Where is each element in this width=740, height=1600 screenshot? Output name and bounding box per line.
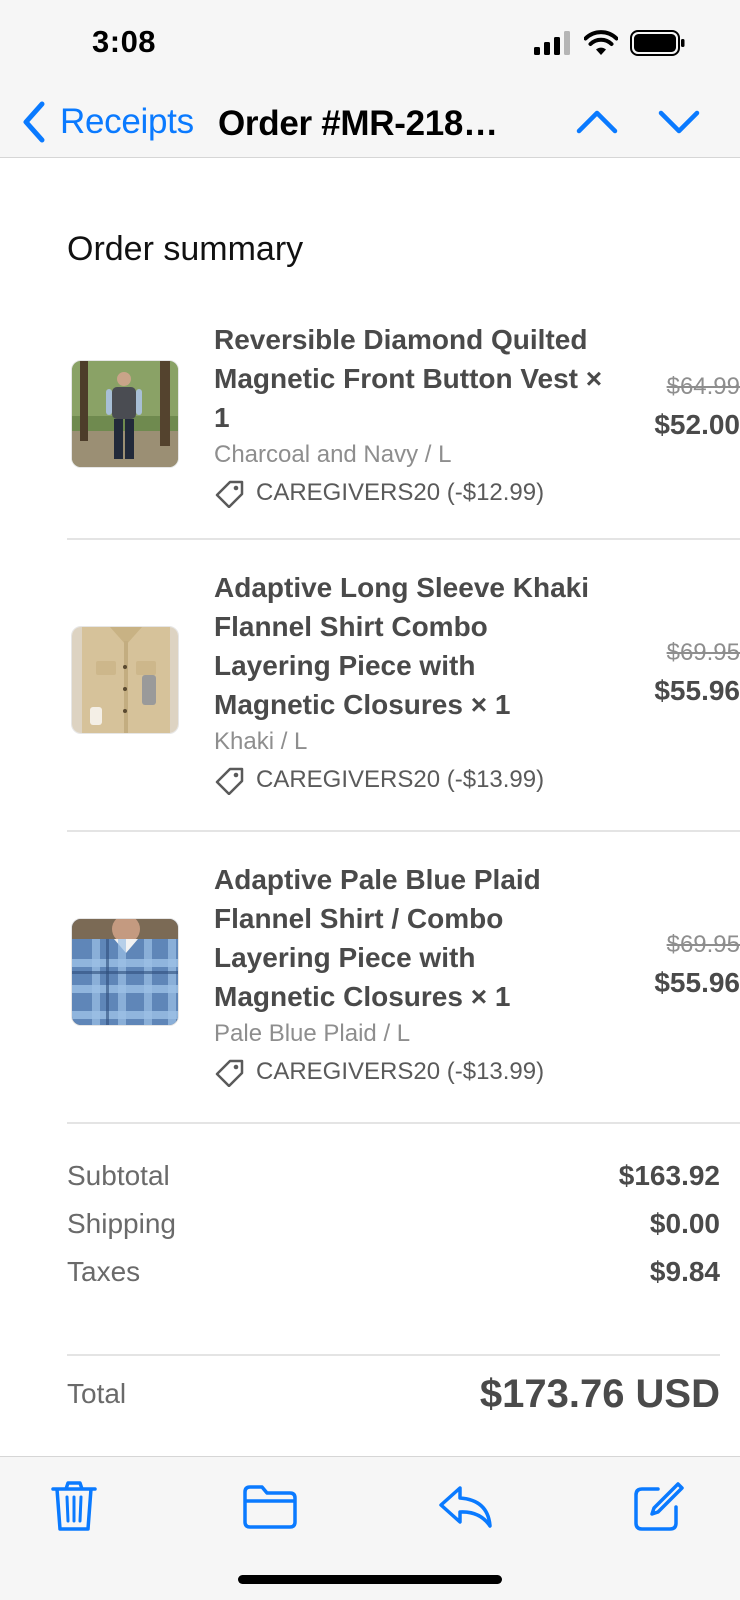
bottom-toolbar [0,1456,740,1600]
taxes-value: $9.84 [649,1256,720,1287]
discount-code-text: CAREGIVERS20 (-$12.99) [256,479,545,506]
item-name: Reversible Diamond Quilted Magnetic Fron… [214,324,603,433]
status-icons [534,30,686,56]
status-time: 3:08 [92,24,157,59]
reply-icon [439,1486,492,1528]
item-price: $52.00 [654,409,740,440]
total-value: $173.76 USD [479,1371,720,1416]
item-price: $55.96 [654,675,740,706]
home-indicator[interactable] [238,1575,502,1584]
compose-icon [634,1482,684,1531]
status-bar: 3:08 [0,0,740,86]
folder-icon [243,1485,297,1529]
subtotal-row: Subtotal $163.92 [67,1152,720,1200]
item-variant: Khaki / L [214,728,308,755]
delete-button[interactable] [44,1477,104,1537]
item-variant: Charcoal and Navy / L [214,441,452,468]
shipping-row: Shipping $0.00 [67,1200,720,1248]
subtotal-label: Subtotal [67,1160,170,1191]
original-price: $64.99 [666,373,740,400]
reply-button[interactable] [436,1477,496,1537]
next-message-button[interactable] [656,98,702,144]
taxes-label: Taxes [67,1256,141,1287]
compose-button[interactable] [628,1477,688,1537]
trash-icon [51,1481,97,1531]
battery-icon [630,30,685,56]
move-to-folder-button[interactable] [240,1477,300,1537]
discount-code: CAREGIVERS20 (-$12.99) [214,476,604,510]
cellular-signal-icon [534,31,570,55]
back-button-label: Receipts [60,102,194,141]
tag-icon [215,480,244,508]
total-row: Total $173.76 USD [67,1366,720,1422]
cost-breakdown: Subtotal $163.92 Shipping $0.00 Taxes $9… [67,1152,720,1296]
order-summary-title: Order summary [67,230,304,268]
total-label: Total [67,1378,127,1409]
item-name: Adaptive Long Sleeve Khaki Flannel Shirt… [214,572,589,720]
item-price: $55.96 [654,967,740,998]
tag-icon [215,1059,244,1087]
shipping-value: $0.00 [649,1208,720,1239]
discount-code: CAREGIVERS20 (-$13.99) [214,1055,604,1089]
original-price: $69.95 [666,639,740,666]
tag-icon [215,767,244,795]
order-line-item: Adaptive Long Sleeve Khaki Flannel Shirt… [67,540,740,832]
chevron-up-icon [576,110,618,134]
wifi-icon [584,30,618,55]
chevron-down-icon [658,110,700,134]
chevron-left-icon [23,101,45,143]
page-title: Order #MR-218… [218,104,498,143]
nav-bar: Receipts Order #MR-218… [0,86,740,158]
subtotal-value: $163.92 [618,1160,720,1191]
order-line-item: Adaptive Pale Blue Plaid Flannel Shirt /… [67,832,740,1124]
original-price: $69.95 [666,931,740,958]
discount-code: CAREGIVERS20 (-$13.99) [214,763,604,797]
previous-message-button[interactable] [574,98,620,144]
plaid-shirt-photo[interactable] [71,918,179,1026]
item-variant: Pale Blue Plaid / L [214,1020,411,1047]
taxes-row: Taxes $9.84 [67,1248,720,1296]
discount-code-text: CAREGIVERS20 (-$13.99) [256,1058,545,1085]
item-name: Adaptive Pale Blue Plaid Flannel Shirt /… [214,864,541,1012]
vest-photo[interactable] [71,360,179,468]
divider [67,1354,720,1356]
order-line-item: Reversible Diamond Quilted Magnetic Fron… [67,318,740,540]
khaki-shirt-photo[interactable] [71,626,179,734]
back-button[interactable]: Receipts [22,94,194,150]
discount-code-text: CAREGIVERS20 (-$13.99) [256,766,545,793]
email-body[interactable]: Order summary Reversible Diamond Quilted… [0,158,740,1456]
shipping-label: Shipping [67,1208,176,1239]
